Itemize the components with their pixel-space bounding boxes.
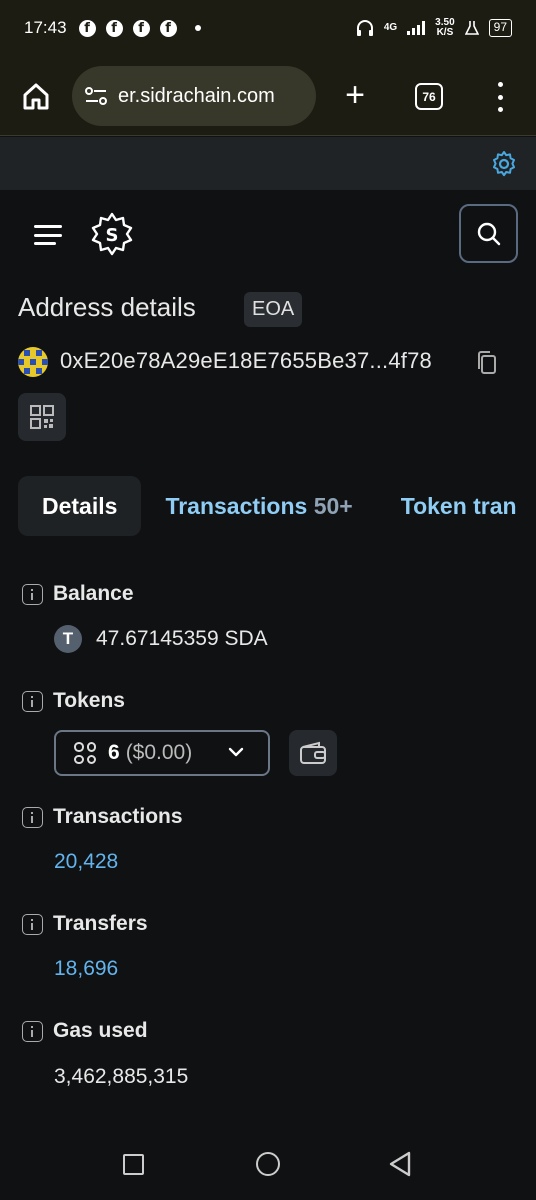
- recent-apps-icon[interactable]: [123, 1154, 144, 1175]
- info-icon[interactable]: [22, 913, 43, 935]
- gear-icon[interactable]: [490, 150, 518, 178]
- facebook-icon: f: [105, 19, 123, 37]
- status-indicators: 4G 3.50 K/S 97: [356, 0, 512, 56]
- network-speed: 3.50 K/S: [435, 18, 454, 38]
- search-button[interactable]: [459, 204, 518, 263]
- wallet-button[interactable]: [289, 730, 337, 776]
- tab-label: Token tran: [400, 493, 517, 519]
- gas-used-label: Gas used: [53, 1019, 148, 1042]
- home-nav-icon[interactable]: [256, 1152, 280, 1176]
- tab-details[interactable]: Details: [18, 476, 142, 536]
- notification-dot-icon: [194, 25, 201, 31]
- battery-indicator: 97: [488, 19, 512, 37]
- gas-used-value: 3,462,885,315: [54, 1065, 189, 1088]
- browser-toolbar: er.sidrachain.com + 76: [0, 56, 536, 136]
- facebook-icon: f: [159, 19, 177, 37]
- tab-token-transfers[interactable]: Token tran: [377, 476, 536, 536]
- hamburger-menu-icon[interactable]: [34, 225, 62, 245]
- url-text: er.sidrachain.com: [118, 84, 275, 107]
- top-settings-bar: [0, 137, 536, 190]
- info-icon[interactable]: [22, 583, 43, 605]
- info-icon[interactable]: [22, 806, 43, 828]
- new-tab-button[interactable]: +: [340, 78, 370, 114]
- chevron-down-icon: [228, 747, 244, 757]
- sda-token-icon: T: [54, 625, 82, 653]
- transactions-count-link[interactable]: 20,428: [54, 850, 118, 874]
- tokens-grid-icon: [74, 742, 96, 764]
- search-icon: [477, 222, 500, 245]
- tokens-usd-value: ($0.00): [125, 741, 193, 764]
- balance-value: 47.67145359 SDA: [96, 627, 268, 650]
- gas-used-field: Gas used: [22, 1019, 148, 1043]
- tab-switcher-button[interactable]: 76: [415, 83, 443, 110]
- svg-text:S: S: [106, 225, 119, 246]
- site-settings-icon[interactable]: [84, 86, 108, 106]
- tokens-label: Tokens: [53, 689, 125, 712]
- speed-unit: K/S: [436, 27, 454, 38]
- transactions-field: Transactions: [22, 805, 183, 829]
- qr-code-button[interactable]: [18, 393, 66, 441]
- address-hash: 0xE20e78A29eE18E7655Be37...4f78: [60, 348, 432, 373]
- info-icon[interactable]: [22, 1020, 43, 1042]
- copy-icon[interactable]: [476, 350, 498, 376]
- facebook-icon: f: [132, 19, 150, 37]
- system-nav-bar: [0, 1128, 536, 1200]
- page-title: Address details: [18, 292, 196, 322]
- address-type-badge: EOA: [244, 292, 303, 327]
- signal-icon: [407, 21, 426, 35]
- transfers-label: Transfers: [53, 912, 148, 935]
- transactions-label: Transactions: [53, 805, 183, 828]
- tab-count: 50+: [313, 493, 353, 519]
- tokens-dropdown[interactable]: 6 ($0.00): [54, 730, 270, 776]
- info-icon[interactable]: [22, 690, 43, 712]
- network-type: 4G: [383, 22, 398, 33]
- address-bar[interactable]: er.sidrachain.com: [72, 66, 316, 126]
- balance-label: Balance: [53, 582, 134, 605]
- back-icon[interactable]: [388, 1151, 412, 1177]
- wallet-icon: [300, 741, 326, 764]
- transfers-count-link[interactable]: 18,696: [54, 957, 118, 981]
- tokens-count: 6: [108, 741, 120, 764]
- tab-label: Transactions: [165, 493, 308, 519]
- tab-label: Details: [42, 493, 118, 519]
- site-header: S: [0, 190, 536, 280]
- status-bar: 17:43 f f f f 4G 3.50 K/S 97: [0, 0, 536, 56]
- flask-icon: [464, 21, 479, 35]
- facebook-icon: f: [78, 19, 96, 37]
- sidra-logo-icon[interactable]: S: [90, 212, 134, 256]
- status-time: 17:43: [24, 18, 67, 37]
- home-icon[interactable]: [20, 80, 52, 112]
- address-tabs: Details Transactions 50+ Token tran: [18, 476, 536, 536]
- more-menu-icon[interactable]: [490, 82, 510, 112]
- address-avatar: [18, 347, 48, 377]
- tokens-field: Tokens: [22, 689, 125, 713]
- qr-code-icon: [30, 405, 54, 429]
- headphones-icon: [356, 20, 373, 36]
- balance-field: Balance: [22, 582, 134, 606]
- tab-transactions[interactable]: Transactions 50+: [141, 476, 376, 536]
- transfers-field: Transfers: [22, 912, 148, 936]
